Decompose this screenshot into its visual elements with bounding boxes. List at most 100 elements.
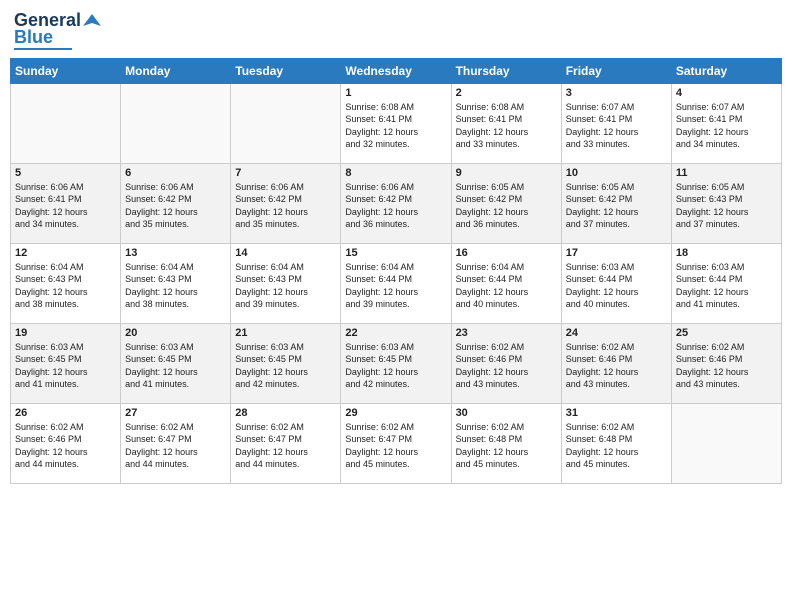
day-info: Sunrise: 6:05 AM Sunset: 6:42 PM Dayligh… [566, 181, 667, 231]
day-info: Sunrise: 6:02 AM Sunset: 6:47 PM Dayligh… [235, 421, 336, 471]
day-number: 2 [456, 87, 557, 99]
day-number: 17 [566, 247, 667, 259]
calendar-cell: 30 Sunrise: 6:02 AM Sunset: 6:48 PM Dayli… [451, 403, 561, 483]
day-number: 22 [345, 327, 446, 339]
day-info: Sunrise: 6:03 AM Sunset: 6:45 PM Dayligh… [345, 341, 446, 391]
calendar-cell: 10 Sunrise: 6:05 AM Sunset: 6:42 PM Dayli… [561, 163, 671, 243]
calendar-cell: 3 Sunrise: 6:07 AM Sunset: 6:41 PM Daylig… [561, 83, 671, 163]
calendar-cell: 7 Sunrise: 6:06 AM Sunset: 6:42 PM Daylig… [231, 163, 341, 243]
day-info: Sunrise: 6:08 AM Sunset: 6:41 PM Dayligh… [345, 101, 446, 151]
day-number: 6 [125, 167, 226, 179]
logo: General Blue [14, 10, 101, 50]
day-number: 20 [125, 327, 226, 339]
day-info: Sunrise: 6:02 AM Sunset: 6:47 PM Dayligh… [125, 421, 226, 471]
day-info: Sunrise: 6:04 AM Sunset: 6:44 PM Dayligh… [456, 261, 557, 311]
day-info: Sunrise: 6:04 AM Sunset: 6:43 PM Dayligh… [235, 261, 336, 311]
day-number: 4 [676, 87, 777, 99]
day-info: Sunrise: 6:04 AM Sunset: 6:43 PM Dayligh… [15, 261, 116, 311]
day-number: 13 [125, 247, 226, 259]
calendar-cell: 29 Sunrise: 6:02 AM Sunset: 6:47 PM Dayli… [341, 403, 451, 483]
calendar-cell: 6Sunrise: 6:06 AM Sunset: 6:42 PM Daylig… [121, 163, 231, 243]
day-info: Sunrise: 6:02 AM Sunset: 6:46 PM Dayligh… [566, 341, 667, 391]
weekday-header-saturday: Saturday [671, 58, 781, 83]
weekday-header-sunday: Sunday [11, 58, 121, 83]
day-number: 23 [456, 327, 557, 339]
day-info: Sunrise: 6:07 AM Sunset: 6:41 PM Dayligh… [566, 101, 667, 151]
calendar-week-4: 19 Sunrise: 6:03 AM Sunset: 6:45 PM Dayli… [11, 323, 782, 403]
calendar-week-3: 12 Sunrise: 6:04 AM Sunset: 6:43 PM Dayli… [11, 243, 782, 323]
day-number: 9 [456, 167, 557, 179]
calendar-cell: 15Sunrise: 6:04 AM Sunset: 6:44 PM Dayli… [341, 243, 451, 323]
day-info: Sunrise: 6:04 AM Sunset: 6:43 PM Dayligh… [125, 261, 226, 311]
calendar-cell: 12 Sunrise: 6:04 AM Sunset: 6:43 PM Dayli… [11, 243, 121, 323]
logo-bird-icon [83, 12, 101, 30]
calendar-cell: 24 Sunrise: 6:02 AM Sunset: 6:46 PM Dayli… [561, 323, 671, 403]
day-info: Sunrise: 6:02 AM Sunset: 6:46 PM Dayligh… [456, 341, 557, 391]
calendar-cell: 4Sunrise: 6:07 AM Sunset: 6:41 PM Daylig… [671, 83, 781, 163]
day-number: 19 [15, 327, 116, 339]
calendar-cell: 17 Sunrise: 6:03 AM Sunset: 6:44 PM Dayli… [561, 243, 671, 323]
day-info: Sunrise: 6:06 AM Sunset: 6:42 PM Dayligh… [235, 181, 336, 231]
weekday-header-friday: Friday [561, 58, 671, 83]
calendar-week-2: 5Sunrise: 6:06 AM Sunset: 6:41 PM Daylig… [11, 163, 782, 243]
calendar-cell: 23 Sunrise: 6:02 AM Sunset: 6:46 PM Dayli… [451, 323, 561, 403]
day-info: Sunrise: 6:04 AM Sunset: 6:44 PM Dayligh… [345, 261, 446, 311]
calendar-cell: 21Sunrise: 6:03 AM Sunset: 6:45 PM Dayli… [231, 323, 341, 403]
day-number: 10 [566, 167, 667, 179]
day-number: 12 [15, 247, 116, 259]
day-info: Sunrise: 6:02 AM Sunset: 6:47 PM Dayligh… [345, 421, 446, 471]
calendar-cell: 11 Sunrise: 6:05 AM Sunset: 6:43 PM Dayli… [671, 163, 781, 243]
weekday-header-thursday: Thursday [451, 58, 561, 83]
day-info: Sunrise: 6:02 AM Sunset: 6:48 PM Dayligh… [456, 421, 557, 471]
day-number: 25 [676, 327, 777, 339]
weekday-header-wednesday: Wednesday [341, 58, 451, 83]
day-info: Sunrise: 6:03 AM Sunset: 6:45 PM Dayligh… [15, 341, 116, 391]
day-number: 11 [676, 167, 777, 179]
day-info: Sunrise: 6:06 AM Sunset: 6:42 PM Dayligh… [345, 181, 446, 231]
logo-underline [14, 48, 72, 50]
day-info: Sunrise: 6:02 AM Sunset: 6:46 PM Dayligh… [15, 421, 116, 471]
day-info: Sunrise: 6:08 AM Sunset: 6:41 PM Dayligh… [456, 101, 557, 151]
calendar-cell: 14 Sunrise: 6:04 AM Sunset: 6:43 PM Dayli… [231, 243, 341, 323]
day-number: 3 [566, 87, 667, 99]
calendar-cell: 25Sunrise: 6:02 AM Sunset: 6:46 PM Dayli… [671, 323, 781, 403]
day-number: 28 [235, 407, 336, 419]
calendar-cell: 31Sunrise: 6:02 AM Sunset: 6:48 PM Dayli… [561, 403, 671, 483]
day-number: 26 [15, 407, 116, 419]
day-info: Sunrise: 6:03 AM Sunset: 6:45 PM Dayligh… [125, 341, 226, 391]
day-number: 24 [566, 327, 667, 339]
weekday-header-tuesday: Tuesday [231, 58, 341, 83]
logo-blue-text: Blue [14, 28, 53, 46]
page-header: General Blue [10, 10, 782, 50]
calendar-cell: 28 Sunrise: 6:02 AM Sunset: 6:47 PM Dayli… [231, 403, 341, 483]
calendar-cell: 5Sunrise: 6:06 AM Sunset: 6:41 PM Daylig… [11, 163, 121, 243]
calendar-table: SundayMondayTuesdayWednesdayThursdayFrid… [10, 58, 782, 484]
calendar-cell: 26 Sunrise: 6:02 AM Sunset: 6:46 PM Dayli… [11, 403, 121, 483]
calendar-week-1: 1 Sunrise: 6:08 AM Sunset: 6:41 PM Daylig… [11, 83, 782, 163]
day-number: 14 [235, 247, 336, 259]
calendar-cell: 9Sunrise: 6:05 AM Sunset: 6:42 PM Daylig… [451, 163, 561, 243]
day-number: 8 [345, 167, 446, 179]
calendar-cell: 8 Sunrise: 6:06 AM Sunset: 6:42 PM Daylig… [341, 163, 451, 243]
day-number: 27 [125, 407, 226, 419]
day-info: Sunrise: 6:03 AM Sunset: 6:44 PM Dayligh… [566, 261, 667, 311]
day-number: 18 [676, 247, 777, 259]
calendar-cell [671, 403, 781, 483]
day-info: Sunrise: 6:03 AM Sunset: 6:45 PM Dayligh… [235, 341, 336, 391]
calendar-cell: 27 Sunrise: 6:02 AM Sunset: 6:47 PM Dayli… [121, 403, 231, 483]
calendar-cell [11, 83, 121, 163]
day-number: 1 [345, 87, 446, 99]
weekday-header-row: SundayMondayTuesdayWednesdayThursdayFrid… [11, 58, 782, 83]
calendar-cell: 22 Sunrise: 6:03 AM Sunset: 6:45 PM Dayli… [341, 323, 451, 403]
day-number: 30 [456, 407, 557, 419]
calendar-cell: 18Sunrise: 6:03 AM Sunset: 6:44 PM Dayli… [671, 243, 781, 323]
day-info: Sunrise: 6:02 AM Sunset: 6:48 PM Dayligh… [566, 421, 667, 471]
calendar-cell: 13 Sunrise: 6:04 AM Sunset: 6:43 PM Dayli… [121, 243, 231, 323]
calendar-cell: 20 Sunrise: 6:03 AM Sunset: 6:45 PM Dayli… [121, 323, 231, 403]
day-number: 29 [345, 407, 446, 419]
calendar-cell: 2 Sunrise: 6:08 AM Sunset: 6:41 PM Daylig… [451, 83, 561, 163]
calendar-week-5: 26 Sunrise: 6:02 AM Sunset: 6:46 PM Dayli… [11, 403, 782, 483]
day-number: 5 [15, 167, 116, 179]
day-number: 7 [235, 167, 336, 179]
day-info: Sunrise: 6:05 AM Sunset: 6:43 PM Dayligh… [676, 181, 777, 231]
